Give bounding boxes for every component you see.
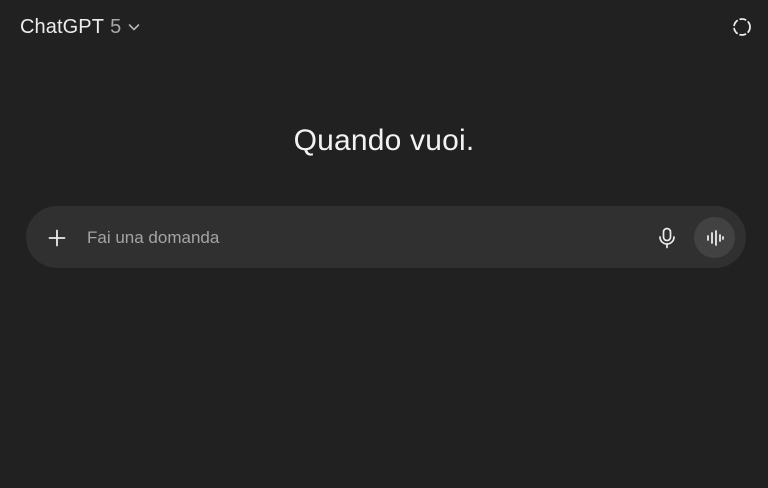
model-switcher[interactable]: ChatGPT 5 [20,13,141,41]
model-name: ChatGPT [20,15,105,38]
chat-page: ChatGPT 5 Quando vuoi. [0,0,768,488]
microphone-icon [658,227,676,249]
model-version: 5 [110,15,122,38]
dictate-button[interactable] [652,223,682,253]
dashed-circle-icon [731,16,753,38]
voice-mode-button[interactable] [694,217,735,258]
prompt-input[interactable] [87,224,627,252]
chevron-down-icon [127,20,141,34]
plus-icon [48,229,66,247]
waveform-icon [705,229,725,247]
temporary-chat-button[interactable] [728,13,756,41]
page-title: Quando vuoi. [293,124,475,157]
add-attachment-button[interactable] [42,223,72,253]
